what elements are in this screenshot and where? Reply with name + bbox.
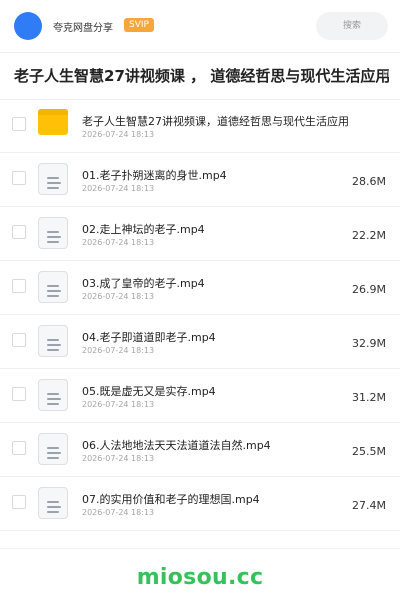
- checkbox[interactable]: [12, 117, 26, 131]
- file-list: 老子人生智慧27讲视频课，道德经哲思与现代生活应用 2026-07-24 18:…: [0, 99, 400, 531]
- file-date: 2026-07-24 18:13: [82, 130, 155, 139]
- list-item[interactable]: 老子人生智慧27讲视频课，道德经哲思与现代生活应用 2026-07-24 18:…: [0, 99, 400, 153]
- file-name: 05.既是虚无又是实存.mp4: [82, 385, 216, 398]
- file-name: 04.老子即道道即老子.mp4: [82, 331, 216, 344]
- list-item[interactable]: 03.成了皇帝的老子.mp4 2026-07-24 18:13 26.9M: [0, 261, 400, 315]
- checkbox[interactable]: [12, 495, 26, 509]
- file-date: 2026-07-24 18:13: [82, 454, 155, 463]
- brand-name: 夸克网盘分享: [53, 23, 113, 34]
- file-size: 25.5M: [352, 445, 386, 458]
- checkbox[interactable]: [12, 225, 26, 239]
- file-date: 2026-07-24 18:13: [82, 400, 155, 409]
- file-size: 22.2M: [352, 229, 386, 242]
- checkbox[interactable]: [12, 333, 26, 347]
- checkbox[interactable]: [12, 279, 26, 293]
- file-name: 07.的实用价值和老子的理想国.mp4: [82, 493, 260, 506]
- list-item[interactable]: 01.老子扑朔迷离的身世.mp4 2026-07-24 18:13 28.6M: [0, 153, 400, 207]
- file-date: 2026-07-24 18:13: [82, 508, 155, 517]
- svip-badge: SVIP: [124, 18, 154, 32]
- checkbox[interactable]: [12, 441, 26, 455]
- list-item[interactable]: 04.老子即道道即老子.mp4 2026-07-24 18:13 32.9M: [0, 315, 400, 369]
- file-icon: [38, 163, 70, 195]
- header: 夸克网盘分享 SVIP 搜索: [0, 0, 400, 53]
- folder-icon: [38, 109, 70, 141]
- list-item[interactable]: 02.走上神坛的老子.mp4 2026-07-24 18:13 22.2M: [0, 207, 400, 261]
- file-name: 01.老子扑朔迷离的身世.mp4: [82, 169, 227, 182]
- title-overflow-text: M: [382, 70, 390, 80]
- search-input[interactable]: 搜索: [316, 12, 388, 40]
- file-icon: [38, 433, 70, 465]
- file-name: 老子人生智慧27讲视频课，道德经哲思与现代生活应用: [82, 115, 349, 128]
- file-icon: [38, 379, 70, 411]
- page-title-bar: 老子人生智慧27讲视频课 ， 道德经哲思与现代生活应用 M: [0, 53, 400, 100]
- file-name: 02.走上神坛的老子.mp4: [82, 223, 205, 236]
- file-size: 31.2M: [352, 391, 386, 404]
- file-name: 06.人法地地法天天法道道法自然.mp4: [82, 439, 271, 452]
- list-item[interactable]: 06.人法地地法天天法道道法自然.mp4 2026-07-24 18:13 25…: [0, 423, 400, 477]
- list-item[interactable]: 07.的实用价值和老子的理想国.mp4 2026-07-24 18:13 27.…: [0, 477, 400, 531]
- list-item[interactable]: 05.既是虚无又是实存.mp4 2026-07-24 18:13 31.2M: [0, 369, 400, 423]
- file-size: 28.6M: [352, 175, 386, 188]
- footer: miosou.cc: [0, 548, 400, 601]
- checkbox[interactable]: [12, 387, 26, 401]
- file-name: 03.成了皇帝的老子.mp4: [82, 277, 205, 290]
- file-date: 2026-07-24 18:13: [82, 238, 155, 247]
- file-date: 2026-07-24 18:13: [82, 184, 155, 193]
- file-icon: [38, 325, 70, 357]
- file-icon: [38, 487, 70, 519]
- checkbox[interactable]: [12, 171, 26, 185]
- file-icon: [38, 271, 70, 303]
- watermark: miosou.cc: [136, 565, 264, 590]
- page-title: 老子人生智慧27讲视频课 ， 道德经哲思与现代生活应用: [14, 67, 391, 85]
- file-size: 26.9M: [352, 283, 386, 296]
- avatar[interactable]: [14, 12, 42, 40]
- file-size: 32.9M: [352, 337, 386, 350]
- file-icon: [38, 217, 70, 249]
- file-date: 2026-07-24 18:13: [82, 292, 155, 301]
- file-date: 2026-07-24 18:13: [82, 346, 155, 355]
- file-size: 27.4M: [352, 499, 386, 512]
